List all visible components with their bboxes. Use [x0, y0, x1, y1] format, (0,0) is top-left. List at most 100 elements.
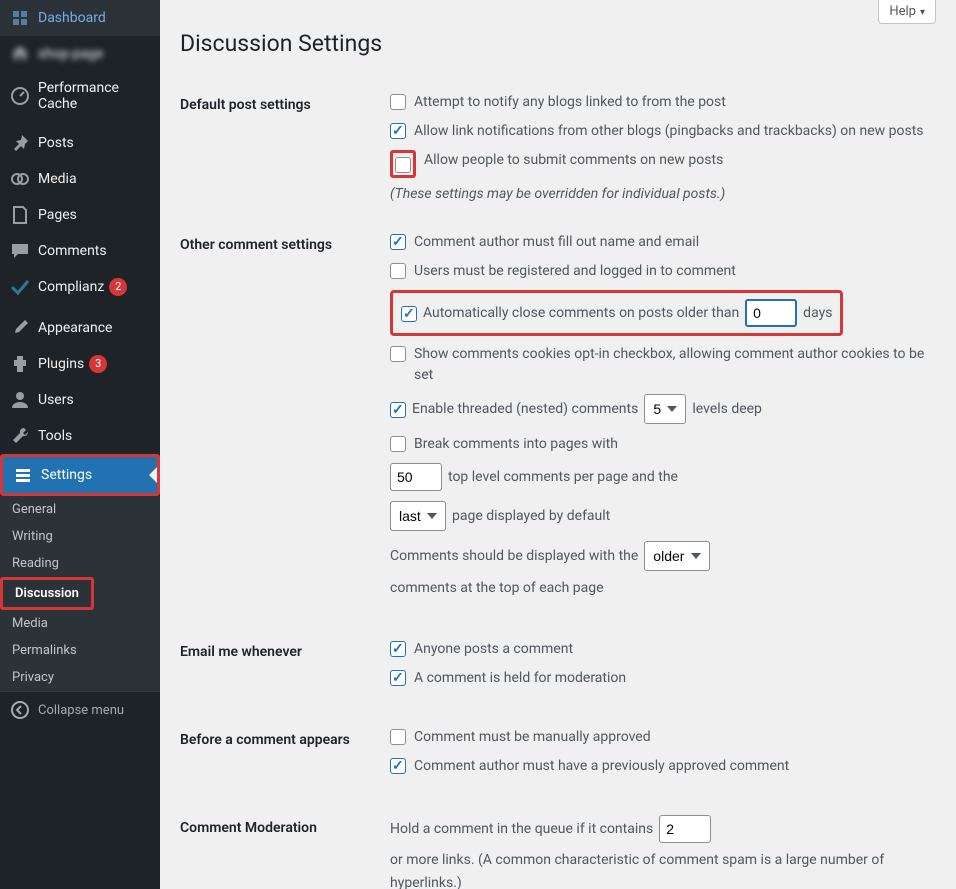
- active-arrow-icon: [149, 467, 157, 483]
- label-allow-pingbacks: Allow link notifications from other blog…: [414, 121, 926, 142]
- media-icon: [10, 169, 30, 189]
- submenu-reading[interactable]: Reading: [0, 550, 160, 577]
- sidebar-item-performance-cache[interactable]: Performance Cache: [0, 72, 160, 120]
- settings-submenu: General Writing Reading Discussion Media…: [0, 496, 160, 691]
- label-order-post: comments at the top of each page: [390, 577, 604, 599]
- label-hold-post: or more links. (A common characteristic …: [390, 849, 926, 889]
- dashboard-icon: [10, 8, 30, 28]
- wrench-icon: [10, 426, 30, 446]
- sidebar-item-posts[interactable]: Posts: [0, 125, 160, 161]
- checkbox-auto-close[interactable]: [401, 306, 417, 322]
- checkbox-registered[interactable]: [390, 263, 406, 279]
- label-allow-comments: Allow people to submit comments on new p…: [424, 150, 926, 171]
- user-icon: [10, 390, 30, 410]
- label-default-page-post: page displayed by default: [452, 505, 610, 527]
- submenu-media[interactable]: Media: [0, 610, 160, 637]
- sidebar-label: Comments: [38, 243, 107, 259]
- sidebar-item-comments[interactable]: Comments: [0, 233, 160, 269]
- label-paginate: Break comments into pages with: [414, 434, 926, 455]
- checkbox-notify-blogs[interactable]: [390, 94, 406, 110]
- page-icon: [10, 205, 30, 225]
- checkbox-prev-approved[interactable]: [390, 758, 406, 774]
- gauge-icon: [10, 86, 30, 106]
- select-thread-depth[interactable]: 5: [644, 394, 686, 424]
- default-post-note: (These settings may be overridden for in…: [390, 186, 926, 202]
- sidebar-item-pages[interactable]: Pages: [0, 197, 160, 233]
- submenu-discussion[interactable]: Discussion: [0, 577, 94, 610]
- submenu-writing[interactable]: Writing: [0, 523, 160, 550]
- submenu-general[interactable]: General: [0, 496, 160, 523]
- update-badge: 2: [109, 278, 127, 296]
- sidebar-item-users[interactable]: Users: [0, 382, 160, 418]
- label-hold-pre: Hold a comment in the queue if it contai…: [390, 818, 653, 840]
- sidebar-label: Plugins: [38, 356, 84, 372]
- sidebar-label: Tools: [38, 428, 72, 444]
- section-heading-before: Before a comment appears: [180, 712, 380, 800]
- collapse-icon: [10, 700, 30, 720]
- update-badge: 3: [89, 355, 107, 373]
- sidebar-label: Media: [38, 171, 77, 187]
- label-email-moderation: A comment is held for moderation: [414, 668, 926, 689]
- select-default-page[interactable]: last: [390, 501, 446, 531]
- label-threaded-pre: Enable threaded (nested) comments: [412, 398, 638, 420]
- admin-sidebar: Dashboard shop-page Performance Cache Po…: [0, 0, 160, 889]
- sidebar-item-plugins[interactable]: Plugins 3: [0, 346, 160, 382]
- sidebar-item-media[interactable]: Media: [0, 161, 160, 197]
- pin-icon: [10, 133, 30, 153]
- label-cookies-optin: Show comments cookies opt-in checkbox, a…: [414, 344, 926, 386]
- sidebar-item-complianz[interactable]: Complianz 2: [0, 269, 160, 305]
- label-registered: Users must be registered and logged in t…: [414, 261, 926, 282]
- sidebar-label: Users: [38, 392, 74, 408]
- checkbox-threaded[interactable]: [390, 402, 406, 418]
- page-title: Discussion Settings: [180, 30, 936, 57]
- label-email-anyone: Anyone posts a comment: [414, 639, 926, 660]
- checkbox-email-anyone[interactable]: [390, 641, 406, 657]
- complianz-icon: [10, 277, 30, 297]
- checkbox-email-moderation[interactable]: [390, 670, 406, 686]
- main-content: Help Discussion Settings Default post se…: [160, 0, 956, 889]
- sidebar-item-blurred[interactable]: shop-page: [0, 36, 160, 72]
- section-heading-email: Email me whenever: [180, 624, 380, 712]
- label-auto-close-pre: Automatically close comments on posts ol…: [423, 305, 739, 321]
- input-hold-links[interactable]: [659, 815, 711, 843]
- input-close-days[interactable]: [745, 299, 797, 327]
- label-prev-approved: Comment author must have a previously ap…: [414, 756, 926, 777]
- sidebar-item-dashboard[interactable]: Dashboard: [0, 0, 160, 36]
- section-heading-default-post: Default post settings: [180, 77, 380, 217]
- checkbox-allow-comments[interactable]: [395, 157, 411, 173]
- help-tab[interactable]: Help: [878, 0, 936, 24]
- brush-icon: [10, 318, 30, 338]
- sidebar-label: Performance Cache: [38, 80, 150, 112]
- label-order-pre: Comments should be displayed with the: [390, 545, 638, 567]
- submenu-privacy[interactable]: Privacy: [0, 664, 160, 691]
- input-per-page[interactable]: [390, 463, 442, 491]
- label-manual-approve: Comment must be manually approved: [414, 727, 926, 748]
- sidebar-label: Pages: [38, 207, 77, 223]
- sidebar-label: Posts: [38, 135, 74, 151]
- checkbox-name-email[interactable]: [390, 234, 406, 250]
- section-heading-moderation: Comment Moderation: [180, 800, 380, 889]
- checkbox-paginate[interactable]: [390, 436, 406, 452]
- submenu-permalinks[interactable]: Permalinks: [0, 637, 160, 664]
- sidebar-label: Complianz: [38, 279, 104, 295]
- label-threaded-post: levels deep: [692, 398, 762, 420]
- label-name-email: Comment author must fill out name and em…: [414, 232, 926, 253]
- section-heading-other: Other comment settings: [180, 217, 380, 624]
- sidebar-item-settings[interactable]: Settings: [3, 457, 157, 493]
- checkbox-manual-approve[interactable]: [390, 729, 406, 745]
- checkbox-allow-pingbacks[interactable]: [390, 123, 406, 139]
- comment-icon: [10, 241, 30, 261]
- settings-icon: [13, 465, 33, 485]
- collapse-label: Collapse menu: [38, 703, 124, 718]
- collapse-menu-button[interactable]: Collapse menu: [0, 691, 160, 728]
- label-per-page-post: top level comments per page and the: [448, 466, 678, 488]
- sidebar-item-appearance[interactable]: Appearance: [0, 310, 160, 346]
- select-comment-order[interactable]: older: [644, 541, 710, 571]
- label-auto-close-post: days: [803, 305, 832, 321]
- sidebar-label: Dashboard: [38, 10, 106, 26]
- home-icon: [10, 44, 30, 64]
- checkbox-cookies-optin[interactable]: [390, 346, 406, 362]
- sidebar-item-tools[interactable]: Tools: [0, 418, 160, 454]
- sidebar-label: Appearance: [38, 320, 112, 336]
- sidebar-label: shop-page: [38, 46, 103, 62]
